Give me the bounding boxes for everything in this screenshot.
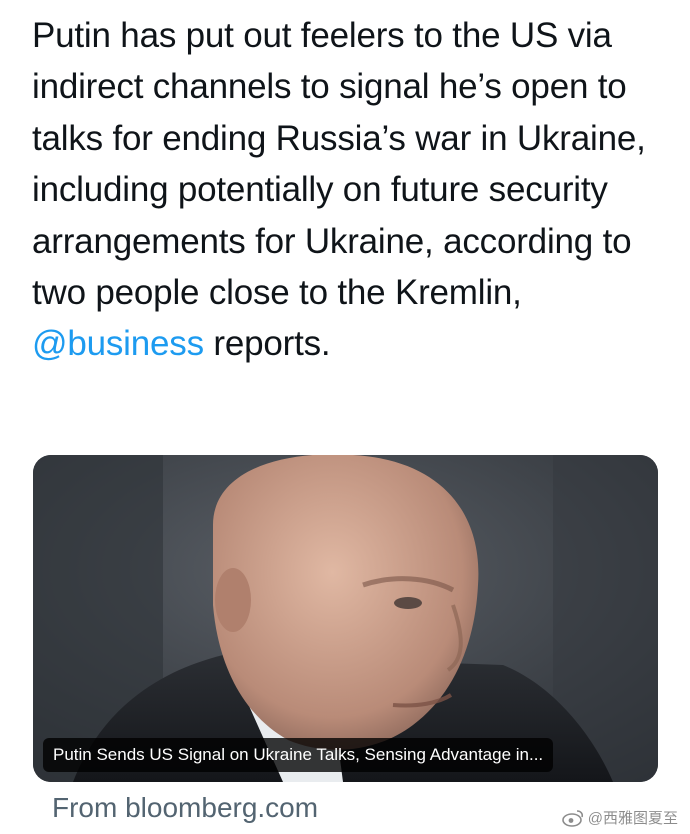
tweet-text: Putin has put out feelers to the US via … bbox=[32, 10, 672, 370]
tweet-text-tail: reports. bbox=[203, 324, 331, 364]
weibo-icon bbox=[561, 809, 583, 827]
watermark: @西雅图夏至 bbox=[561, 807, 678, 828]
watermark-text: @西雅图夏至 bbox=[587, 810, 678, 827]
tweet-text-body: Putin has put out feelers to the US via … bbox=[32, 16, 646, 313]
mention-link[interactable]: @business bbox=[32, 324, 204, 363]
article-headline[interactable]: Putin Sends US Signal on Ukraine Talks, … bbox=[43, 738, 554, 772]
card-source-link[interactable]: From bloomberg.com bbox=[52, 790, 318, 826]
link-preview-card[interactable]: Putin Sends US Signal on Ukraine Talks, … bbox=[33, 455, 658, 782]
article-photo bbox=[33, 455, 658, 782]
